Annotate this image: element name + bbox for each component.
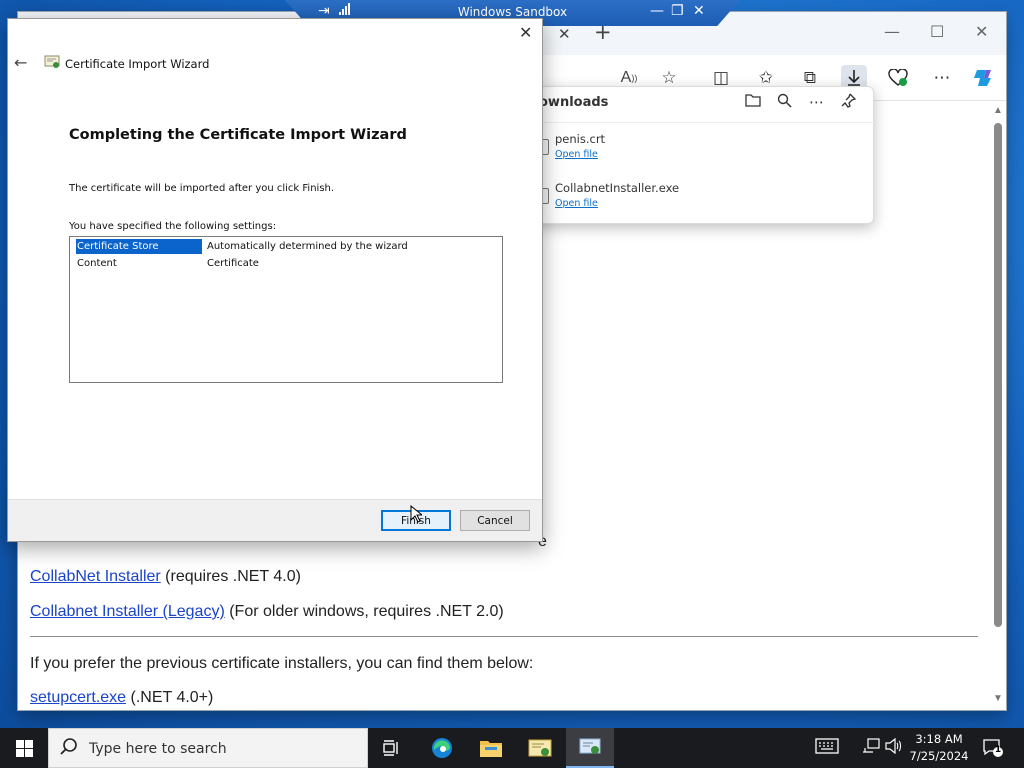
- task-view-button[interactable]: [368, 728, 416, 768]
- edge-icon: [432, 738, 452, 758]
- search-icon: [60, 738, 77, 755]
- taskbar: Type here to search 3:18 AM 7/25/2024 1: [0, 728, 1024, 768]
- certificate-wizard-taskbar-button[interactable]: [566, 728, 614, 768]
- file-explorer-button[interactable]: [467, 728, 515, 768]
- setting-value: Automatically determined by the wizard: [207, 241, 408, 252]
- sandbox-close-icon[interactable]: ✕: [693, 3, 705, 19]
- scroll-up-icon[interactable]: ▲: [993, 105, 1003, 116]
- download-filename: penis.crt: [555, 132, 606, 146]
- setting-value: Certificate: [207, 258, 259, 269]
- notification-center-button[interactable]: 1: [982, 737, 1004, 759]
- windows-logo-icon: [15, 739, 33, 757]
- close-window-icon[interactable]: ✕: [975, 22, 988, 41]
- setting-name: Content: [77, 258, 117, 269]
- network-tray-icon[interactable]: [862, 738, 880, 758]
- scroll-thumb[interactable]: [994, 123, 1002, 627]
- keyboard-tray-icon[interactable]: [815, 738, 839, 758]
- scroll-down-icon[interactable]: ▼: [993, 693, 1003, 704]
- edge-taskbar-button[interactable]: [418, 728, 466, 768]
- downloads-panel: ownloads ⋯ penis.crt Open file Collabnet…: [530, 86, 875, 224]
- wizard-footer: Finish Cancel: [8, 499, 542, 541]
- collabnet-installer-note: (requires .NET 4.0): [160, 568, 301, 585]
- settings-label: You have specified the following setting…: [69, 221, 277, 232]
- notification-count: 1: [994, 745, 1002, 755]
- wizard-heading: Completing the Certificate Import Wizard: [69, 127, 407, 143]
- collabnet-legacy-link[interactable]: Collabnet Installer (Legacy): [30, 603, 225, 620]
- certificate-icon: [44, 55, 60, 68]
- browser-essentials-icon[interactable]: [885, 65, 911, 91]
- sandbox-minimize-icon[interactable]: —: [650, 3, 664, 19]
- certificate-app-icon: [528, 739, 552, 757]
- page-line-setupcert: setupcert.exe (.NET 4.0+): [30, 689, 213, 707]
- start-button[interactable]: [0, 728, 48, 768]
- taskbar-clock[interactable]: 3:18 AM 7/25/2024: [905, 731, 973, 765]
- open-file-link[interactable]: Open file: [555, 149, 598, 160]
- download-filename: CollabnetInstaller.exe: [555, 181, 680, 195]
- task-view-icon: [383, 740, 398, 756]
- more-options-icon[interactable]: ⋯: [929, 65, 955, 91]
- wizard-intro-text: The certificate will be imported after y…: [69, 183, 335, 194]
- cancel-button[interactable]: Cancel: [460, 510, 530, 531]
- open-file-link[interactable]: Open file: [555, 198, 598, 209]
- search-placeholder: Type here to search: [89, 741, 227, 757]
- pin-downloads-icon[interactable]: [841, 93, 857, 112]
- certificate-wizard-icon: [579, 738, 601, 754]
- collabnet-installer-link[interactable]: CollabNet Installer: [30, 568, 161, 585]
- clock-time: 3:18 AM: [915, 732, 963, 746]
- mouse-cursor-icon: [410, 505, 422, 523]
- downloads-more-icon[interactable]: ⋯: [809, 93, 824, 111]
- setting-name: Certificate Store Selected: [76, 239, 202, 267]
- wizard-close-icon[interactable]: ✕: [519, 23, 532, 42]
- clock-date: 7/25/2024: [909, 749, 969, 763]
- certificate-manager-button[interactable]: [516, 728, 564, 768]
- settings-list[interactable]: Certificate Store Selected Automatically…: [69, 236, 503, 383]
- setupcert-note: (.NET 4.0+): [126, 689, 214, 706]
- open-downloads-folder-icon[interactable]: [745, 93, 761, 111]
- page-line-collabnet: CollabNet Installer (requires .NET 4.0): [30, 568, 301, 586]
- volume-tray-icon[interactable]: [885, 737, 903, 758]
- downloads-title: ownloads: [539, 95, 609, 110]
- divider: [30, 636, 978, 637]
- page-scrollbar[interactable]: ▲ ▼: [990, 101, 1006, 710]
- tab-close-icon[interactable]: ✕: [558, 25, 571, 43]
- taskbar-search-box[interactable]: Type here to search: [48, 728, 368, 768]
- search-downloads-icon[interactable]: [777, 93, 792, 112]
- setupcert-link[interactable]: setupcert.exe: [30, 689, 126, 706]
- minimize-icon[interactable]: —: [884, 22, 900, 41]
- downloads-divider: [531, 122, 875, 123]
- sandbox-restore-icon[interactable]: ❐: [671, 3, 684, 19]
- maximize-icon[interactable]: ☐: [930, 22, 944, 41]
- certificate-import-wizard: ✕ ← Certificate Import Wizard Completing…: [7, 18, 543, 542]
- wizard-title: Certificate Import Wizard: [65, 57, 210, 71]
- file-explorer-icon: [480, 741, 502, 757]
- wizard-back-icon[interactable]: ←: [14, 53, 27, 72]
- page-line-collabnet-legacy: Collabnet Installer (Legacy) (For older …: [30, 603, 504, 621]
- collabnet-legacy-note: (For older windows, requires .NET 2.0): [224, 603, 504, 620]
- copilot-icon[interactable]: [971, 65, 997, 91]
- page-line-previous-installers: If you prefer the previous certificate i…: [30, 655, 534, 672]
